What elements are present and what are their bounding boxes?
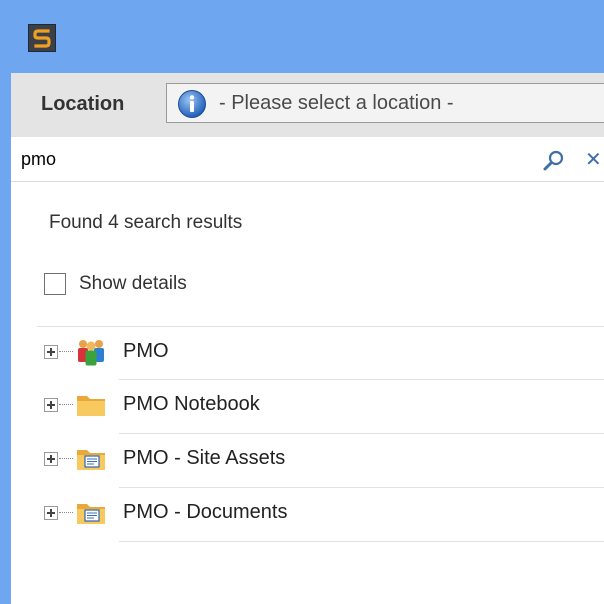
location-placeholder: - Please select a location - — [219, 92, 454, 114]
close-icon[interactable]: ✕ — [585, 147, 602, 172]
document-library-icon — [77, 450, 105, 470]
location-label: Location — [41, 93, 125, 115]
expand-icon[interactable] — [44, 398, 58, 412]
window-titlebar — [0, 0, 604, 73]
tree-item-pmo-documents[interactable]: PMO - Documents — [37, 488, 604, 540]
tree-connector — [59, 404, 73, 405]
show-details-checkbox[interactable] — [44, 273, 66, 295]
tree-connector — [59, 458, 73, 459]
document-library-icon — [77, 504, 105, 524]
tree-item-pmo-notebook[interactable]: PMO Notebook — [37, 380, 604, 432]
results-count: Found 4 search results — [49, 212, 243, 233]
window-left-border — [0, 73, 11, 604]
tree-item-label: PMO — [123, 340, 169, 362]
tree-item-pmo-site-assets[interactable]: PMO - Site Assets — [37, 434, 604, 486]
people-group-icon — [78, 340, 104, 366]
tree-connector — [59, 512, 73, 513]
tree-connector — [59, 351, 73, 352]
show-details-label: Show details — [79, 273, 187, 294]
search-icon[interactable] — [542, 149, 566, 173]
expand-icon[interactable] — [44, 452, 58, 466]
expand-icon[interactable] — [44, 506, 58, 520]
tree-item-pmo[interactable]: PMO — [37, 327, 604, 379]
expand-icon[interactable] — [44, 345, 58, 359]
info-icon — [178, 90, 206, 118]
divider — [119, 541, 604, 542]
location-selector[interactable]: - Please select a location - — [166, 83, 604, 123]
search-input[interactable] — [21, 145, 521, 173]
tree-item-label: PMO - Documents — [123, 501, 288, 523]
tree-item-label: PMO - Site Assets — [123, 447, 286, 469]
search-bar: ✕ — [11, 137, 604, 182]
location-bar: Location - Please select a location - — [11, 73, 604, 138]
tree-item-label: PMO Notebook — [123, 393, 260, 415]
location-panel: Location - Please select a location - pm… — [11, 73, 604, 604]
folder-icon — [77, 396, 105, 416]
app-logo-icon[interactable] — [28, 24, 56, 52]
